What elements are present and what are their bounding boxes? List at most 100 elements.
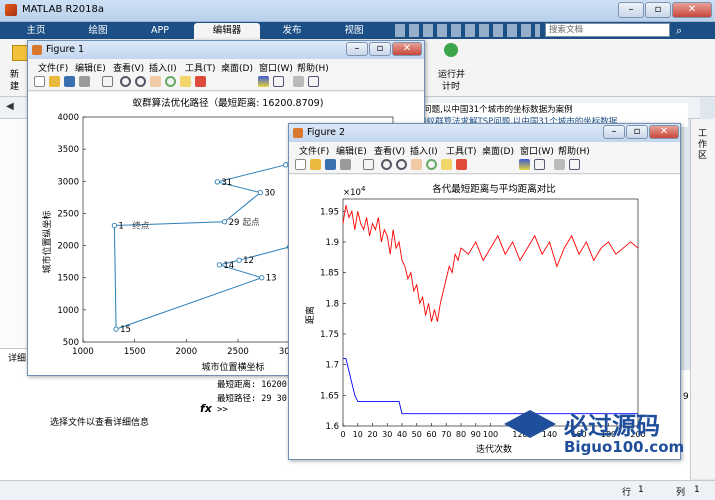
city-point-14 [216, 262, 223, 268]
new-figure-icon[interactable] [34, 76, 45, 87]
data-cursor-icon[interactable] [441, 159, 452, 170]
city-point-13 [259, 275, 265, 281]
figure-1-titlebar[interactable]: Figure 1 – ▫ ✕ [28, 41, 424, 59]
hide-plot-tools-icon[interactable] [293, 76, 304, 87]
chart-2-exponent: ×104 [343, 185, 366, 198]
figure-2-minimize[interactable]: – [603, 125, 625, 139]
legend-icon[interactable] [273, 76, 284, 87]
menu-window[interactable]: 窗口(W) [259, 61, 293, 74]
menu-edit[interactable]: 编辑(E) [75, 61, 106, 74]
chart-1-xlabel: 城市位置横坐标 [201, 361, 264, 373]
chart-2-xtick-label: 80 [456, 430, 466, 439]
colorbar-icon[interactable] [258, 76, 269, 87]
chart-2-ytick-label: 1.6 [325, 422, 339, 432]
run-and-time-label-2[interactable]: 计时 [442, 79, 460, 92]
zoom-in-icon[interactable] [381, 159, 392, 170]
new-icon[interactable] [12, 45, 28, 61]
show-plot-tools-icon[interactable] [308, 76, 319, 87]
tab-publish[interactable]: 发布 [262, 23, 322, 39]
chart-1-ylabel: 城市位置纵坐标 [41, 210, 53, 273]
chart-2-exponent-base: ×10 [343, 188, 361, 198]
matlab-logo-icon [5, 4, 17, 16]
pointer-icon[interactable] [102, 76, 113, 87]
chart-1-annotation-1: 终点 [132, 221, 150, 232]
figure-1-minimize[interactable]: – [346, 42, 368, 56]
close-button[interactable]: ✕ [672, 2, 712, 18]
rotate-icon[interactable] [426, 159, 437, 170]
search-icon[interactable]: ⌕ [676, 24, 682, 38]
figure-2-title: Figure 2 [307, 127, 346, 138]
chart-2-xtick-label: 70 [441, 430, 451, 439]
menu-tools[interactable]: 工具(T) [446, 144, 477, 157]
chart-2-xtick-label: 100 [483, 430, 498, 439]
figure-2-maximize[interactable]: ▫ [626, 125, 648, 139]
figure-2-toolbar [289, 157, 680, 174]
run-and-time-icon[interactable] [444, 43, 458, 57]
zoom-out-icon[interactable] [396, 159, 407, 170]
figure-1-maximize[interactable]: ▫ [369, 42, 391, 56]
city-point-29 [221, 219, 228, 225]
editor-line-1: P问题,以中国31个城市的坐标数据为案例 [418, 103, 688, 115]
open-icon[interactable] [310, 159, 321, 170]
maximize-button[interactable]: ▫ [645, 2, 671, 18]
pointer-icon[interactable] [363, 159, 374, 170]
figure-2-titlebar[interactable]: Figure 2 – ▫ ✕ [289, 124, 680, 142]
tab-home[interactable]: 主页 [6, 23, 66, 39]
rotate-icon[interactable] [165, 76, 176, 87]
new-label-2[interactable]: 建 [10, 79, 19, 92]
city-label-15: 15 [120, 325, 131, 335]
menu-file[interactable]: 文件(F) [38, 61, 68, 74]
legend-icon[interactable] [534, 159, 545, 170]
menu-view[interactable]: 查看(V) [113, 61, 144, 74]
city-point-15 [113, 326, 119, 332]
menu-tools[interactable]: 工具(T) [185, 61, 216, 74]
chart-1-ytick-label: 3000 [57, 177, 79, 187]
menu-help[interactable]: 帮助(H) [297, 61, 329, 74]
print-icon[interactable] [79, 76, 90, 87]
toolbar-icons[interactable] [395, 24, 540, 37]
tab-editor[interactable]: 编辑器 [194, 23, 260, 39]
minimize-button[interactable]: – [618, 2, 644, 18]
command-prompt[interactable]: >> [217, 405, 228, 415]
back-arrow-icon[interactable]: ◀ [6, 101, 14, 112]
menu-help[interactable]: 帮助(H) [558, 144, 590, 157]
colorbar-icon[interactable] [519, 159, 530, 170]
zoom-out-icon[interactable] [135, 76, 146, 87]
figure-1-close[interactable]: ✕ [392, 42, 422, 56]
tab-plots[interactable]: 绘图 [68, 23, 128, 39]
app-title: MATLAB R2018a [22, 4, 105, 15]
new-figure-icon[interactable] [295, 159, 306, 170]
menu-insert[interactable]: 插入(I) [410, 144, 438, 157]
menu-desktop[interactable]: 桌面(D) [482, 144, 514, 157]
print-icon[interactable] [340, 159, 351, 170]
pan-icon[interactable] [411, 159, 422, 170]
show-plot-tools-icon[interactable] [569, 159, 580, 170]
pan-icon[interactable] [150, 76, 161, 87]
tab-view[interactable]: 视图 [324, 23, 384, 39]
hide-plot-tools-icon[interactable] [554, 159, 565, 170]
workspace-label: 工作区 [698, 129, 708, 161]
fx-icon: fx [200, 402, 212, 415]
chart-2-xtick-label: 10 [353, 430, 363, 439]
search-input[interactable]: 搜索文档 [545, 23, 670, 37]
menu-insert[interactable]: 插入(I) [149, 61, 177, 74]
menu-desktop[interactable]: 桌面(D) [221, 61, 253, 74]
chart-1-ytick-label: 3500 [57, 145, 79, 155]
chart-2-xtick-label: 30 [382, 430, 392, 439]
brush-icon[interactable] [195, 76, 206, 87]
command-value-right: 9 [683, 392, 689, 402]
data-cursor-icon[interactable] [180, 76, 191, 87]
menu-window[interactable]: 窗口(W) [520, 144, 554, 157]
save-icon[interactable] [325, 159, 336, 170]
menu-file[interactable]: 文件(F) [299, 144, 329, 157]
save-icon[interactable] [64, 76, 75, 87]
zoom-in-icon[interactable] [120, 76, 131, 87]
watermark-text-2: Biguo100.com [564, 438, 685, 456]
figure-2-close[interactable]: ✕ [649, 125, 679, 139]
menu-edit[interactable]: 编辑(E) [336, 144, 367, 157]
open-icon[interactable] [49, 76, 60, 87]
row-label: 行 [622, 488, 632, 498]
brush-icon[interactable] [456, 159, 467, 170]
menu-view[interactable]: 查看(V) [374, 144, 405, 157]
tab-apps[interactable]: APP [130, 23, 190, 39]
